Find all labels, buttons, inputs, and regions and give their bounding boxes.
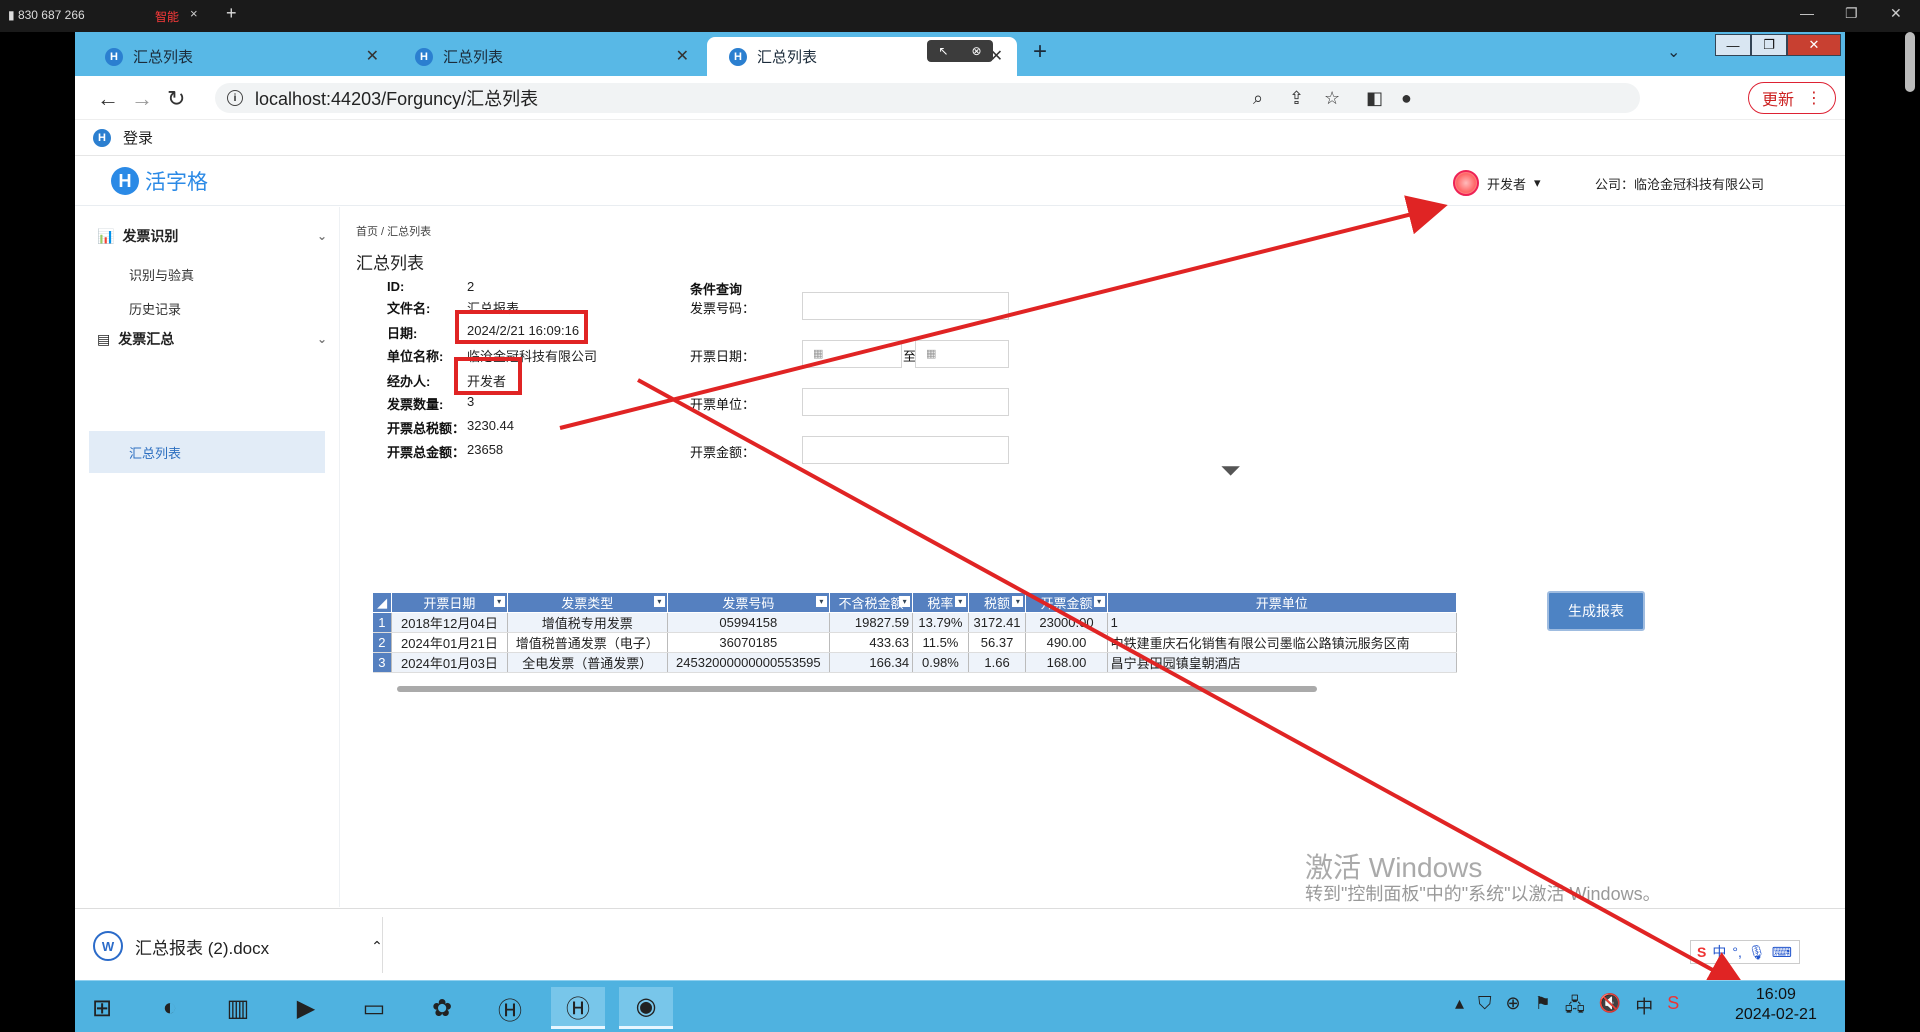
windows-start-icon[interactable]: ⊞ [75,987,129,1029]
volume-muted-icon[interactable]: 🔇 [1599,993,1621,1023]
taskbar: ⊞ ◐ ▥ ▶ ▭ ✿ Ⓗ Ⓗ ◉ ▴ ⛉ ⊕ ⚑ 🖧 🔇 中 S 16:09 … [75,980,1845,1032]
clock-time: 16:09 [1755,986,1796,1003]
network-icon[interactable]: 🖧 [1565,993,1585,1023]
app-swirl-icon[interactable]: ◐ [143,987,197,1029]
ime-indicator[interactable]: 中 [1635,993,1653,1023]
taskbar-clock[interactable]: 16:09 2024-02-21 [1735,985,1817,1025]
clock-date: 2024-02-21 [1735,1006,1817,1023]
tray-expand-icon[interactable]: ▴ [1455,993,1464,1023]
arrow-to-clock [637,378,1748,989]
cloud-drive-icon[interactable]: ✿ [415,987,469,1029]
sogou-tray-icon[interactable]: S [1667,993,1679,1023]
flag-icon[interactable]: ⚑ [1535,993,1551,1023]
system-tray: ▴ ⛉ ⊕ ⚑ 🖧 🔇 中 S [1455,993,1679,1023]
annotation-arrows [559,195,1748,989]
file-explorer-icon[interactable]: ▭ [347,987,401,1029]
arrow-to-user [559,195,1448,430]
forguncy-app-icon[interactable]: Ⓗ [551,987,605,1029]
security-plus-icon[interactable]: ⊕ [1506,993,1521,1023]
shield-icon[interactable]: ⛉ [1478,993,1492,1023]
chrome-icon[interactable]: ◉ [619,987,673,1029]
powershell-icon[interactable]: ▶ [279,987,333,1029]
server-manager-icon[interactable]: ▥ [211,987,265,1029]
forguncy-designer-icon[interactable]: Ⓗ [483,987,537,1029]
